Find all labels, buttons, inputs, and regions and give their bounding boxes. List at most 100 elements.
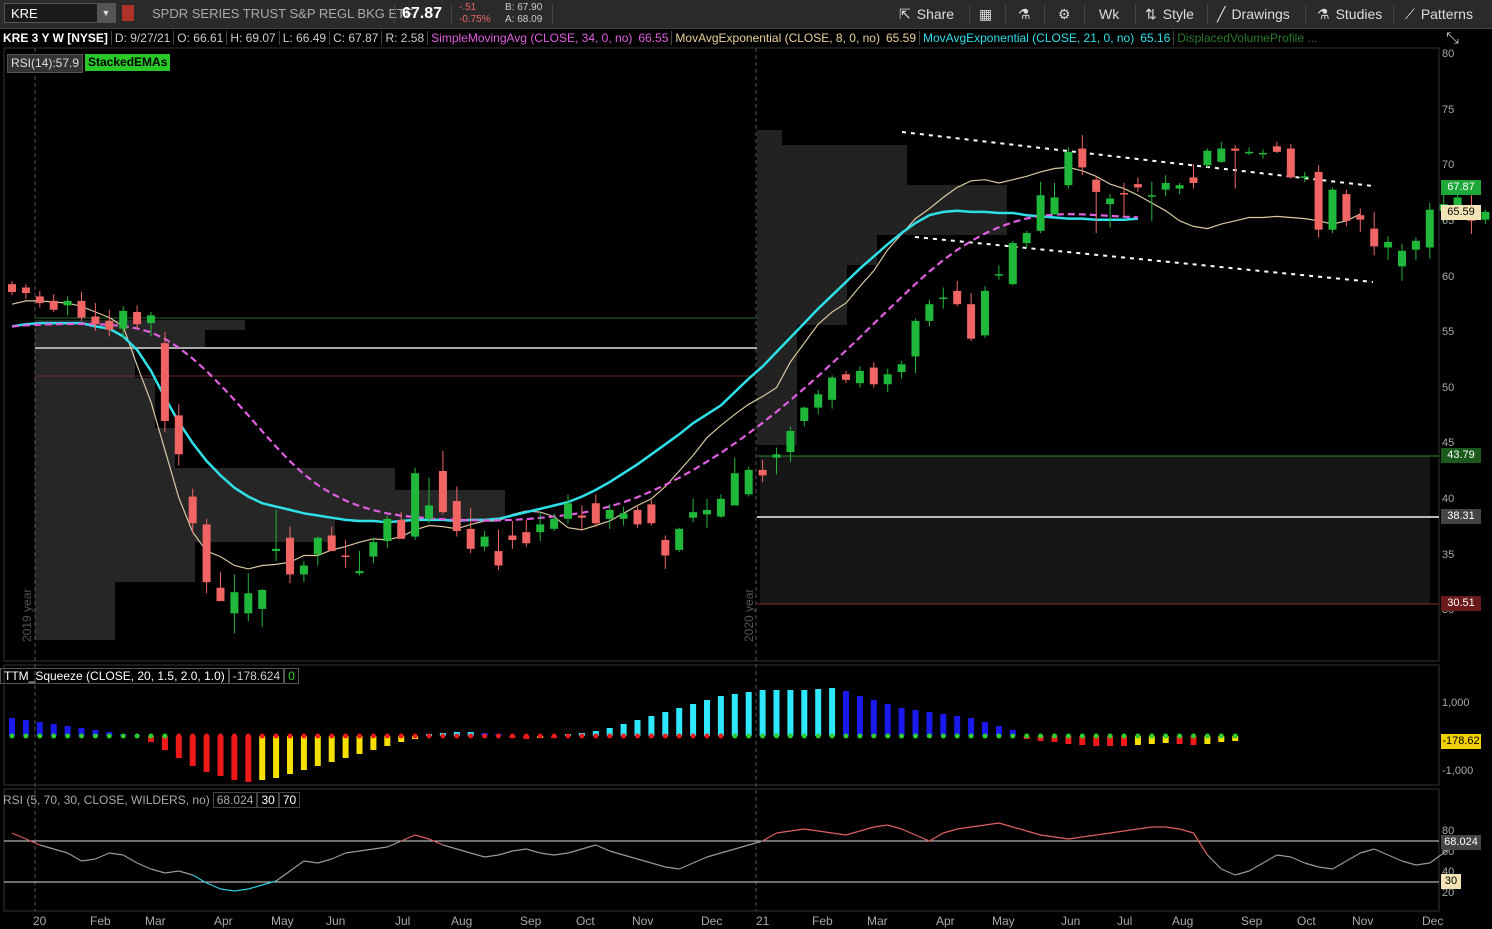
candle-body — [1370, 228, 1379, 247]
price-tick: 50 — [1442, 382, 1455, 394]
squeeze-dot — [120, 733, 126, 739]
candle-body — [1189, 177, 1198, 183]
squeeze-dot — [523, 733, 529, 739]
candle-body — [1356, 215, 1365, 220]
squeeze-bar — [926, 712, 933, 736]
candle-body — [744, 469, 753, 495]
candle-body — [369, 542, 378, 557]
squeeze-dot — [829, 733, 835, 739]
squeeze-header: TTM_Squeeze (CLOSE, 20, 1.5, 2.0, 1.0) -1… — [0, 667, 299, 685]
price-tick: 80 — [1442, 48, 1455, 60]
x-tick: Mar — [867, 914, 888, 928]
squeeze-dot — [885, 733, 891, 739]
squeeze-dot — [593, 733, 599, 739]
candle-body — [1022, 233, 1031, 244]
squeeze-dot — [954, 733, 960, 739]
x-tick: Apr — [214, 914, 233, 928]
squeeze-label[interactable]: TTM_Squeeze (CLOSE, 20, 1.5, 2.0, 1.0) — [0, 668, 229, 684]
x-tick: Mar — [145, 914, 166, 928]
squeeze-dot — [787, 733, 793, 739]
candle-body — [105, 320, 114, 330]
candle-body — [397, 519, 406, 539]
candle-body — [675, 528, 684, 550]
candle-body — [550, 518, 559, 529]
squeeze-dot — [899, 733, 905, 739]
candle-body — [842, 374, 850, 380]
candle-body — [258, 589, 267, 609]
candle-body — [438, 471, 447, 513]
squeeze-dot — [148, 733, 154, 739]
sma-label[interactable]: SimpleMovingAvg (CLOSE, 34, 0, no) — [428, 31, 635, 45]
squeeze-dot — [926, 733, 932, 739]
candle-body — [480, 536, 489, 547]
x-tick: Jul — [1117, 914, 1133, 928]
squeeze-dot — [1079, 733, 1085, 739]
candle-body — [1425, 209, 1434, 248]
candle-body — [1328, 189, 1337, 230]
candle-body — [828, 377, 837, 400]
candle-body — [869, 367, 878, 385]
candle-body — [758, 469, 767, 476]
squeeze-dot — [509, 733, 515, 739]
squeeze-dot — [287, 733, 293, 739]
squeeze-dot — [1149, 733, 1155, 739]
candle-body — [703, 509, 711, 515]
candle-body — [272, 548, 281, 552]
ema21-label[interactable]: MovAvgExponential (CLOSE, 21, 0, no) — [920, 31, 1137, 45]
squeeze-dot — [579, 733, 585, 739]
squeeze-tick: 1,000 — [1442, 697, 1470, 709]
candle-body — [244, 593, 253, 614]
candle-body — [466, 528, 475, 549]
stacked-emas-chip[interactable]: StackedEMAs — [85, 54, 171, 71]
squeeze-bar — [287, 736, 293, 774]
date-value: D: 9/27/21 — [111, 31, 175, 45]
squeeze-bar — [731, 694, 738, 736]
squeeze-dot — [454, 733, 460, 739]
squeeze-dot — [440, 733, 446, 739]
ema8-label[interactable]: MovAvgExponential (CLOSE, 8, 0, no) — [672, 31, 883, 45]
dvp-label[interactable]: DisplacedVolumeProfile ... — [1174, 31, 1320, 45]
candle-body — [1175, 185, 1184, 189]
squeeze-bar — [648, 716, 655, 736]
squeeze-bar — [662, 712, 669, 736]
rsi-chip[interactable]: RSI(14):57.9 — [7, 54, 84, 73]
squeeze-dot — [718, 733, 724, 739]
squeeze-bar — [912, 710, 919, 736]
squeeze-dot — [259, 733, 265, 739]
squeeze-dot — [370, 733, 376, 739]
candle-body — [522, 532, 531, 544]
squeeze-dot — [9, 733, 15, 739]
squeeze-bar — [300, 736, 307, 770]
candle-body — [1147, 195, 1156, 197]
x-tick: Nov — [632, 914, 654, 928]
chart-canvas[interactable] — [0, 0, 1492, 929]
squeeze-dot — [968, 733, 974, 739]
squeeze-bar — [940, 714, 947, 736]
candle-body — [383, 518, 392, 542]
year-label-2019: 2019 year — [20, 588, 34, 642]
collapse-icon[interactable]: ⤡ — [1446, 30, 1459, 48]
candle-body — [786, 430, 795, 453]
squeeze-dot — [871, 733, 877, 739]
squeeze-dot — [982, 733, 988, 739]
squeeze-dot — [815, 733, 821, 739]
candle-body — [286, 537, 294, 575]
rsi-label[interactable]: RSI (5, 70, 30, CLOSE, WILDERS, no) — [0, 793, 213, 807]
squeeze-dot — [315, 733, 321, 739]
study-header-row: KRE 3 Y W [NYSE] D: 9/27/21 O: 66.61 H: 69.… — [0, 29, 1320, 47]
candle-body — [313, 537, 322, 555]
x-tick: Sep — [520, 914, 542, 928]
squeeze-dot — [940, 733, 946, 739]
candle-body — [1120, 193, 1128, 195]
squeeze-bar — [759, 690, 766, 736]
candle-body — [327, 535, 336, 552]
squeeze-dot — [231, 733, 237, 739]
candle-body — [160, 343, 169, 421]
squeeze-bar — [259, 736, 266, 780]
price-tick: 75 — [1442, 104, 1455, 116]
squeeze-dot — [79, 733, 84, 739]
candle-body — [1203, 150, 1212, 166]
price-tick: 70 — [1442, 159, 1455, 171]
candle-body — [605, 509, 614, 519]
squeeze-dot — [1107, 733, 1113, 739]
